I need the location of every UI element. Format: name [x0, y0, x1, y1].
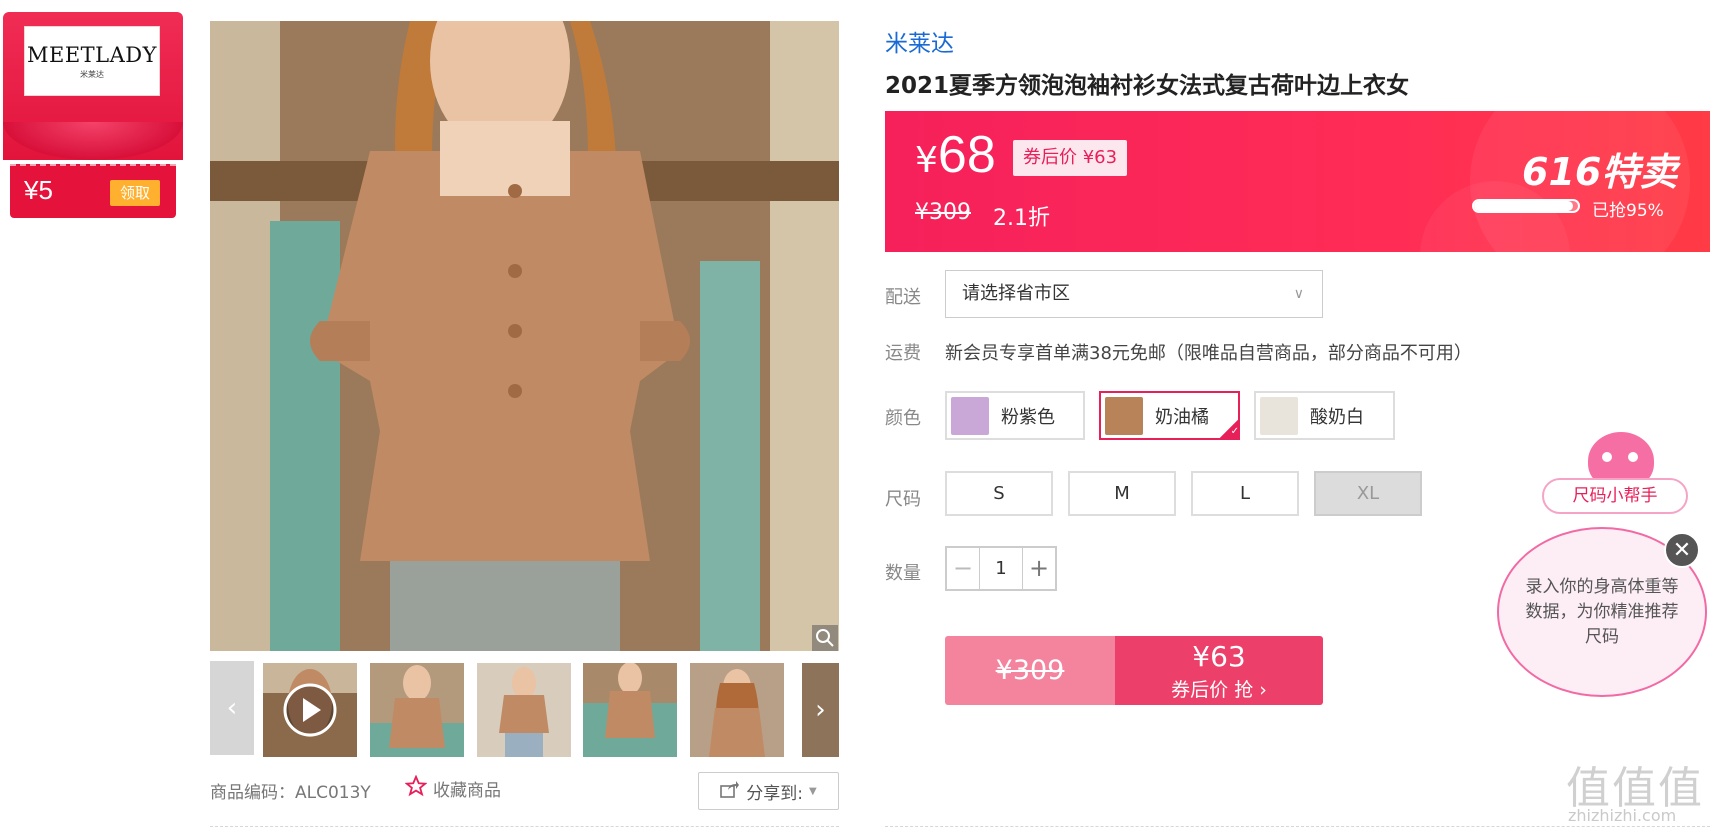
- sale-event-badge: 616特卖: [1522, 150, 1678, 194]
- main-product-image[interactable]: [210, 21, 839, 651]
- claim-coupon-button[interactable]: 领取: [110, 180, 160, 206]
- thumbnail-image[interactable]: [370, 663, 464, 757]
- brand-logo: MEETLADY 米莱达: [24, 26, 160, 96]
- sku-value: ALC013Y: [295, 783, 371, 803]
- color-swatch: [951, 396, 989, 435]
- divider: [885, 826, 1710, 827]
- product-title: 2021夏季方领泡泡袖衬衫女法式复古荷叶边上衣女: [885, 73, 1410, 99]
- color-swatch: [1105, 396, 1143, 435]
- thumbnail-image[interactable]: [583, 663, 677, 757]
- quantity-input[interactable]: 1: [979, 548, 1023, 589]
- size-option-disabled: XL: [1314, 471, 1422, 516]
- price-value: 68: [937, 126, 996, 184]
- buy-action[interactable]: ¥63 券后价 抢 ›: [1115, 636, 1323, 705]
- checkmark-icon: ✓: [1218, 418, 1240, 440]
- increase-button[interactable]: +: [1023, 548, 1055, 589]
- chevron-right-icon[interactable]: ›: [802, 663, 839, 757]
- buy-button[interactable]: ¥309 ¥63 券后价 抢 ›: [945, 636, 1323, 705]
- sold-progress-text: 已抢95%: [1592, 201, 1664, 221]
- sold-progress-bar: [1472, 199, 1580, 213]
- buy-coupon-price: ¥63: [1192, 640, 1246, 673]
- size-helper-button[interactable]: 尺码小帮手: [1542, 478, 1688, 514]
- star-icon: [404, 774, 428, 802]
- store-link[interactable]: 米莱达: [885, 24, 954, 58]
- delivery-label: 配送: [885, 287, 921, 308]
- decrease-button[interactable]: −: [947, 548, 979, 589]
- size-helper-message: 录入你的身高体重等数据，为你精准推荐尺码: [1525, 576, 1679, 647]
- color-option[interactable]: 粉紫色: [945, 391, 1085, 440]
- share-icon: [720, 780, 740, 803]
- share-label: 分享到:: [746, 783, 804, 804]
- discount-rate: 2.1折: [993, 206, 1050, 231]
- sold-progress-fill: [1474, 201, 1573, 211]
- chevron-left-icon[interactable]: ‹: [210, 661, 254, 755]
- buy-action-label: 券后价 抢 ›: [1171, 679, 1267, 701]
- brand-logo-subtext: 米莱达: [80, 69, 104, 79]
- caret-down-icon: ▼: [809, 785, 817, 797]
- size-option[interactable]: L: [1191, 471, 1299, 516]
- brand-logo-text: MEETLADY: [27, 42, 157, 67]
- watermark-url: zhizhizhi.com: [1568, 806, 1677, 825]
- coupon-price-tag: 券后价 ¥63: [1013, 140, 1128, 176]
- region-select-value: 请选择省市区: [962, 283, 1070, 304]
- sku-code: 商品编码：ALC013Y: [210, 778, 371, 803]
- thumbnail-video[interactable]: [263, 663, 357, 757]
- coupon-amount: ¥5: [24, 175, 53, 205]
- buy-original-price: ¥309: [945, 636, 1115, 705]
- chevron-down-icon: ∨: [1293, 286, 1304, 302]
- shipping-info: 新会员专享首单满38元免邮（限唯品自营商品，部分商品不可用）: [945, 343, 1472, 364]
- color-name: 酸奶白: [1310, 406, 1364, 428]
- thumbnail-image[interactable]: [477, 663, 571, 757]
- close-icon[interactable]: ✕: [1664, 532, 1700, 568]
- currency-symbol: ¥: [915, 140, 938, 181]
- thumbnail-image[interactable]: [690, 663, 784, 757]
- favorite-label: 收藏商品: [433, 781, 501, 801]
- shipping-label: 运费: [885, 343, 921, 364]
- divider: [210, 826, 839, 827]
- sku-label: 商品编码：: [210, 783, 295, 803]
- favorite-button[interactable]: 收藏商品: [404, 774, 501, 802]
- color-name: 奶油橘: [1155, 406, 1209, 428]
- share-dropdown[interactable]: 分享到: ▼: [698, 772, 839, 810]
- color-name: 粉紫色: [1001, 406, 1055, 428]
- quantity-label: 数量: [885, 563, 921, 584]
- color-option-selected[interactable]: 奶油橘 ✓: [1099, 391, 1240, 440]
- color-swatch: [1260, 396, 1298, 435]
- quantity-stepper: − 1 +: [945, 546, 1057, 591]
- region-select[interactable]: 请选择省市区 ∨: [945, 270, 1323, 318]
- size-label: 尺码: [885, 489, 921, 510]
- color-option[interactable]: 酸奶白: [1254, 391, 1395, 440]
- size-option[interactable]: M: [1068, 471, 1176, 516]
- zoom-icon[interactable]: [812, 625, 838, 651]
- size-option[interactable]: S: [945, 471, 1053, 516]
- sale-price: ¥ 68: [915, 125, 996, 185]
- original-price: ¥309: [915, 200, 971, 225]
- color-label: 颜色: [885, 408, 921, 429]
